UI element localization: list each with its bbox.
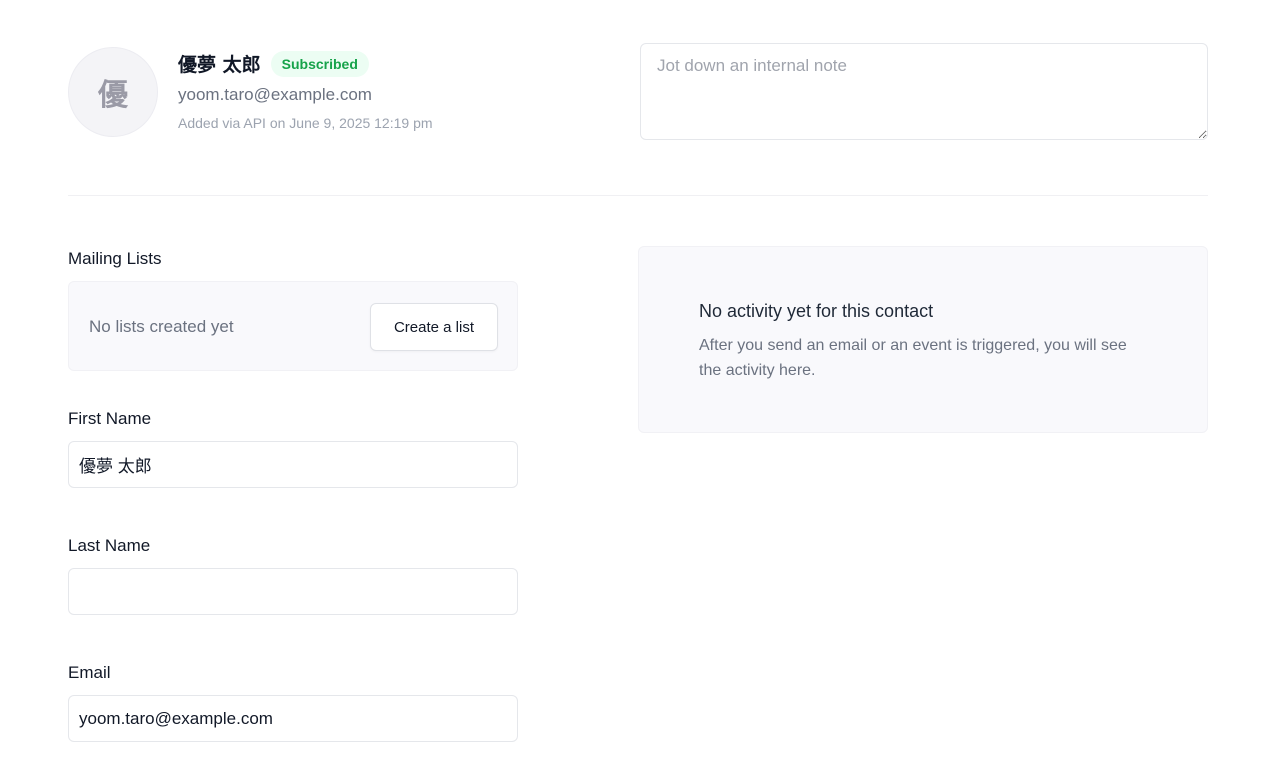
internal-note-input[interactable] bbox=[640, 43, 1208, 140]
divider bbox=[68, 195, 1208, 196]
email-label: Email bbox=[68, 663, 111, 682]
contact-email: yoom.taro@example.com bbox=[178, 85, 372, 104]
last-name-label: Last Name bbox=[68, 536, 151, 555]
contact-name: 優夢 太郎 bbox=[178, 54, 261, 76]
mailing-lists-panel: No lists created yet Create a list bbox=[68, 281, 518, 371]
contact-header: 優夢 太郎 Subscribed bbox=[178, 50, 369, 77]
mailing-lists-empty-text: No lists created yet bbox=[89, 317, 234, 336]
mailing-lists-label: Mailing Lists bbox=[68, 249, 162, 268]
avatar: 優 bbox=[68, 47, 158, 137]
last-name-field[interactable] bbox=[68, 568, 518, 615]
activity-empty-description: After you send an email or an event is t… bbox=[699, 337, 1127, 379]
added-meta: Added via API on June 9, 2025 12:19 pm bbox=[178, 115, 433, 131]
first-name-label: First Name bbox=[68, 409, 152, 428]
status-badge: Subscribed bbox=[270, 50, 369, 77]
email-field[interactable] bbox=[68, 695, 518, 742]
first-name-field[interactable] bbox=[68, 441, 518, 488]
activity-empty-title: No activity yet for this contact bbox=[699, 301, 934, 321]
activity-panel: No activity yet for this contact After y… bbox=[638, 246, 1208, 433]
create-list-button[interactable]: Create a list bbox=[370, 303, 498, 351]
